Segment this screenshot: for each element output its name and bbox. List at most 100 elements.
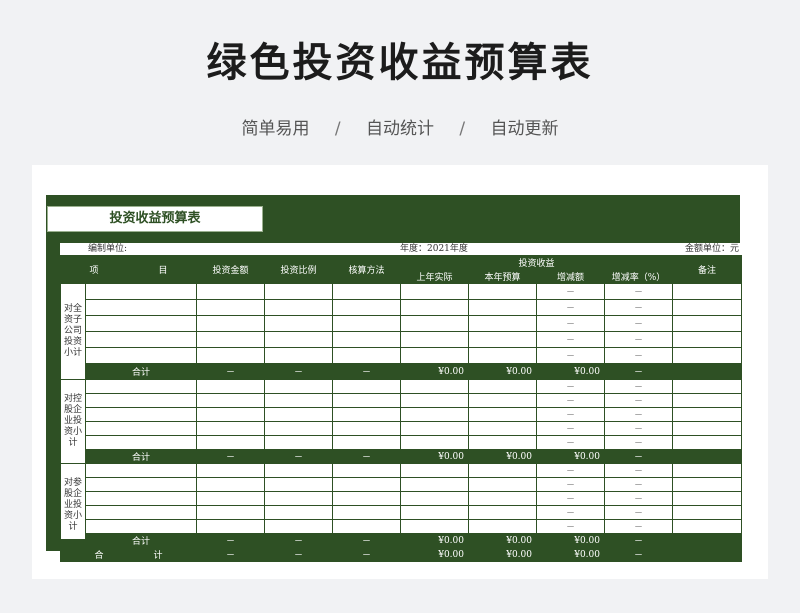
change-rate-cell: －	[603, 379, 674, 394]
subtotal-row: 合计－－－ ¥0.00 ¥0.00 ¥0.00 －	[61, 449, 743, 464]
item-cell	[85, 435, 197, 450]
value-cell	[400, 505, 469, 520]
value-cell	[400, 463, 469, 478]
budget-table: 项目 投资金额 投资比例 核算方法 投资收益 备注 上年实际 本年预算 增减额 …	[60, 255, 743, 562]
subtotal-note	[672, 363, 743, 380]
change-cell: －	[536, 477, 605, 492]
item-cell	[85, 519, 197, 534]
change-rate-cell: －	[603, 393, 674, 408]
value-cell	[196, 347, 265, 364]
value-cell	[468, 379, 537, 394]
subtotal-this-year: ¥0.00	[468, 449, 537, 464]
subtotal-dash: －	[196, 363, 265, 380]
value-cell	[468, 421, 537, 436]
page-title: 绿色投资收益预算表	[206, 40, 594, 86]
change-cell: －	[536, 315, 605, 332]
value-cell	[332, 491, 401, 506]
header-change-rate: 增减率（%）	[603, 269, 674, 284]
value-cell	[264, 315, 333, 332]
grand-total-dash: －	[264, 547, 333, 562]
value-cell	[468, 491, 537, 506]
tag-separator: /	[459, 119, 466, 139]
value-cell	[332, 477, 401, 492]
item-cell	[85, 407, 197, 422]
subtotal-label: 合计	[85, 363, 197, 380]
value-cell	[468, 435, 537, 450]
header-income-group: 投资收益	[399, 255, 674, 270]
value-cell	[468, 331, 537, 348]
table-row: －－	[61, 505, 743, 520]
item-cell	[85, 477, 197, 492]
item-cell	[85, 283, 197, 300]
note-cell	[672, 347, 743, 364]
value-cell	[264, 393, 333, 408]
change-cell: －	[536, 505, 605, 520]
table-row: 对全资子公司投资小计－－	[60, 283, 743, 380]
subtotal-change: ¥0.00	[536, 363, 605, 380]
change-rate-cell: －	[603, 331, 674, 348]
value-cell	[264, 331, 333, 348]
grand-total-this-year: ¥0.00	[468, 547, 537, 562]
grand-total-label: 合计	[60, 547, 197, 562]
table-row: －－	[61, 421, 743, 436]
change-rate-cell: －	[603, 519, 674, 534]
change-cell: －	[536, 421, 605, 436]
value-cell	[264, 421, 333, 436]
table-row: －－	[61, 477, 743, 492]
subtotal-change-rate: －	[603, 449, 674, 464]
change-cell: －	[536, 299, 605, 316]
header-note: 备注	[672, 255, 743, 284]
value-cell	[264, 407, 333, 422]
change-rate-cell: －	[603, 505, 674, 520]
value-cell	[264, 477, 333, 492]
value-cell	[332, 299, 401, 316]
subtotal-dash: －	[332, 363, 401, 380]
subtotal-note	[672, 449, 743, 464]
table-row: 对参股企业投资小计－－	[60, 463, 743, 548]
value-cell	[196, 505, 265, 520]
grand-total-last-year: ¥0.00	[400, 547, 469, 562]
value-cell	[196, 491, 265, 506]
value-cell	[264, 491, 333, 506]
value-cell	[400, 315, 469, 332]
subtotal-last-year: ¥0.00	[400, 363, 469, 380]
value-cell	[332, 379, 401, 394]
grand-total-label-2: 计	[153, 551, 163, 561]
value-cell	[332, 435, 401, 450]
note-cell	[672, 283, 743, 300]
item-cell	[85, 347, 197, 364]
header-amount: 投资金额	[196, 255, 265, 284]
grand-total-change: ¥0.00	[536, 547, 605, 562]
value-cell	[332, 407, 401, 422]
item-cell	[85, 421, 197, 436]
change-rate-cell: －	[603, 477, 674, 492]
subtotal-dash: －	[264, 449, 333, 464]
grand-total-row: 合计－－－ ¥0.00 ¥0.00 ¥0.00 －	[60, 547, 743, 562]
item-cell	[85, 315, 197, 332]
note-cell	[672, 505, 743, 520]
item-cell	[85, 505, 197, 520]
change-rate-cell: －	[603, 283, 674, 300]
value-cell	[196, 393, 265, 408]
value-cell	[400, 421, 469, 436]
subtotal-dash: －	[332, 533, 401, 548]
header-method: 核算方法	[332, 255, 401, 284]
value-cell	[332, 331, 401, 348]
change-rate-cell: －	[603, 463, 674, 478]
change-rate-cell: －	[603, 435, 674, 450]
change-rate-cell: －	[603, 299, 674, 316]
note-cell	[672, 519, 743, 534]
unit-label: 编制单位:	[88, 244, 128, 254]
value-cell	[400, 407, 469, 422]
header-row-1: 项目 投资金额 投资比例 核算方法 投资收益 备注	[60, 255, 743, 284]
subtotal-row: 合计－－－ ¥0.00 ¥0.00 ¥0.00 －	[61, 533, 743, 548]
value-cell	[196, 435, 265, 450]
value-cell	[264, 283, 333, 300]
sheet-meta-row: 编制单位: 年度：2021年度 金额单位：元	[60, 243, 741, 255]
tag-auto-update: 自动更新	[490, 119, 559, 139]
header-last-year: 上年实际	[400, 269, 469, 284]
subtotal-note	[672, 533, 743, 548]
change-rate-cell: －	[603, 491, 674, 506]
note-cell	[672, 331, 743, 348]
value-cell	[400, 299, 469, 316]
